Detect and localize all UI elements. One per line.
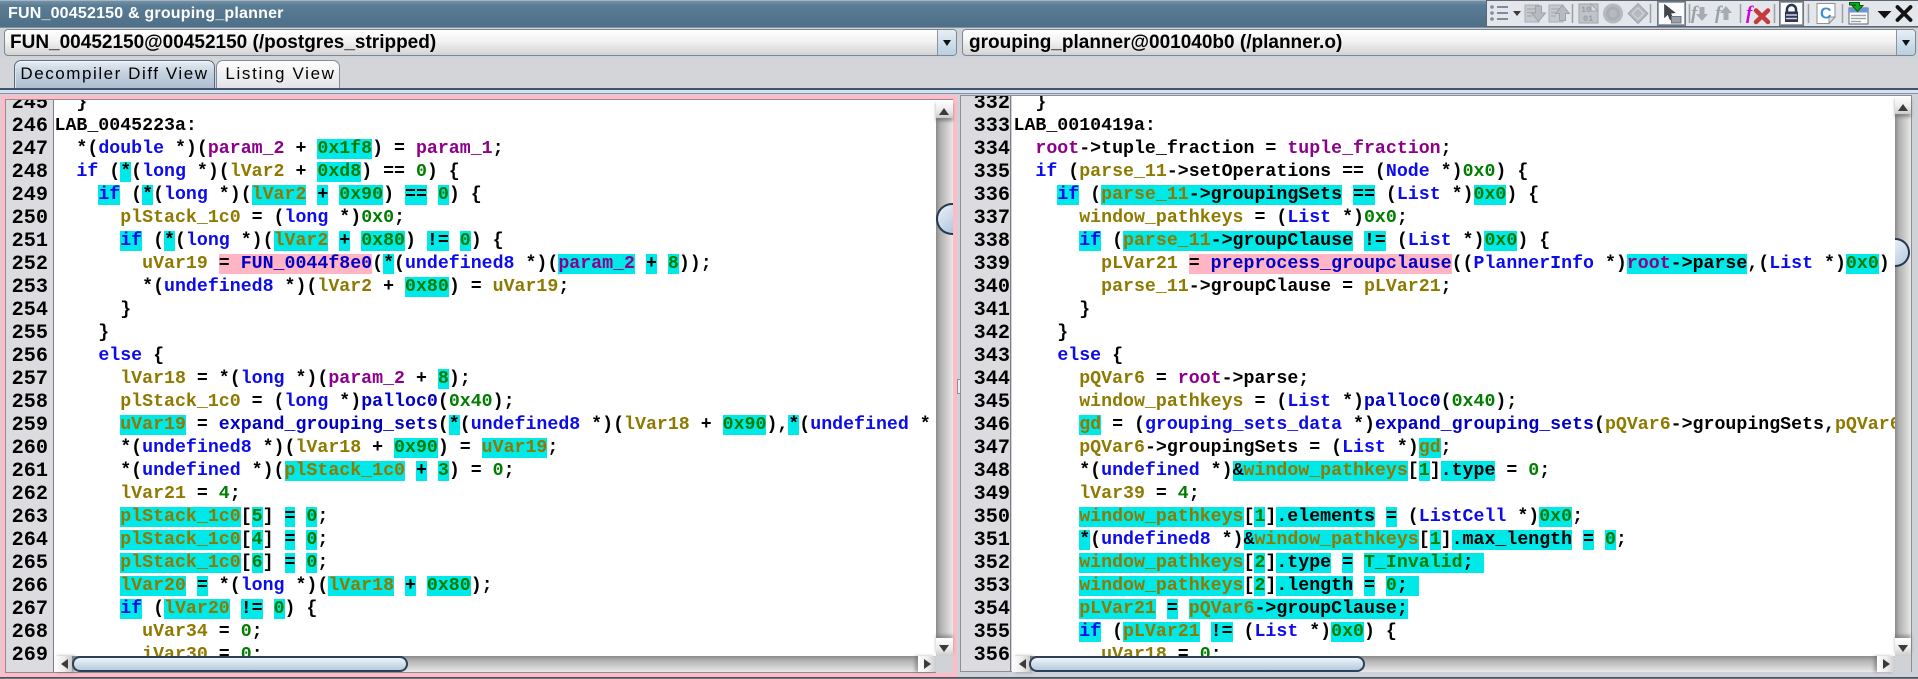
svg-text:f: f bbox=[1746, 3, 1754, 24]
svg-text:f: f bbox=[1691, 3, 1699, 24]
svg-text:f: f bbox=[1715, 3, 1723, 24]
svg-text:01: 01 bbox=[1583, 14, 1593, 24]
svg-text:C: C bbox=[1820, 6, 1832, 23]
